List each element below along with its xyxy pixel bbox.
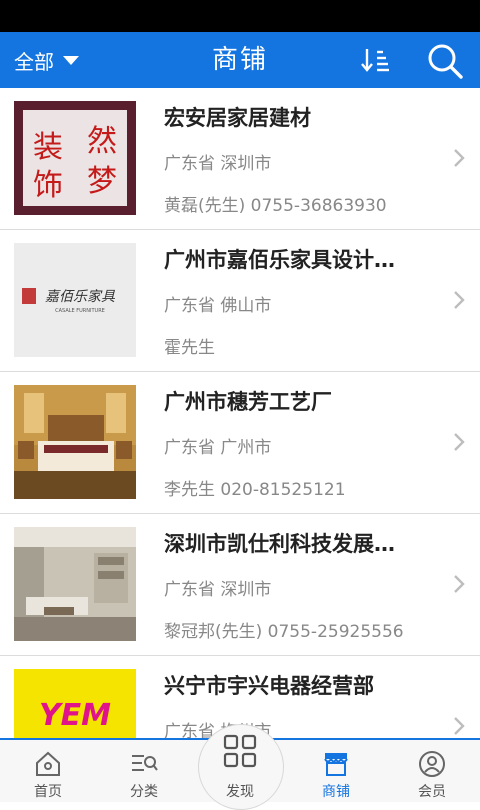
logo-text: 嘉佰乐家具 <box>45 289 116 305</box>
logo-char: 装 <box>33 130 63 165</box>
sort-icon <box>361 49 389 72</box>
discover-grid-icon <box>223 734 257 768</box>
shop-location: 广东省 深圳市 <box>164 154 272 174</box>
nav-shop[interactable]: 商铺 <box>288 740 384 802</box>
logo-char: 然 <box>87 124 117 159</box>
shop-contact: 黎冠邦(先生) 0755-25925556 <box>164 622 404 642</box>
shop-name: 广州市穗芳工艺厂 <box>164 390 332 414</box>
nav-label: 会员 <box>418 784 446 800</box>
sort-button[interactable] <box>358 44 392 76</box>
shop-name: 兴宁市宇兴电器经营部 <box>164 674 374 698</box>
nav-label: 发现 <box>226 784 254 800</box>
nav-discover[interactable]: 发现 <box>192 734 288 802</box>
nav-label: 分类 <box>130 784 158 800</box>
chevron-right-icon <box>454 433 465 451</box>
nav-member[interactable]: 会员 <box>384 740 480 802</box>
home-icon <box>36 751 60 776</box>
app-header: 全部 商铺 <box>0 32 480 88</box>
shop-contact: 李先生 020-81525121 <box>164 480 346 500</box>
logo-char: 饰 <box>33 168 63 203</box>
nav-category[interactable]: 分类 <box>96 740 192 802</box>
member-icon <box>419 751 445 777</box>
search-icon <box>428 44 463 79</box>
logo-text: YEM <box>39 698 111 733</box>
chevron-right-icon <box>454 149 465 167</box>
shop-photo-living-room <box>14 527 136 641</box>
search-button[interactable] <box>424 40 466 82</box>
shop-location: 广东省 佛山市 <box>164 296 272 316</box>
shop-photo-bedroom <box>14 385 136 499</box>
chevron-right-icon <box>454 575 465 593</box>
shop-name: 广州市嘉佰乐家具设计… <box>164 248 395 272</box>
chevron-right-icon <box>454 717 465 735</box>
shop-item[interactable]: 装 然 饰 梦 宏安居家居建材 广东省 深圳市 黄磊(先生) 0755-3686… <box>0 88 480 230</box>
status-bar <box>0 0 480 32</box>
shop-logo-image: 装 然 饰 梦 <box>14 101 136 215</box>
shop-location: 广东省 深圳市 <box>164 580 272 600</box>
shop-icon <box>324 753 348 776</box>
bottom-nav: 首页 分类 发现 商铺 会员 <box>0 724 480 810</box>
shop-list: 装 然 饰 梦 宏安居家居建材 广东省 深圳市 黄磊(先生) 0755-3686… <box>0 88 480 738</box>
nav-label: 商铺 <box>322 784 350 800</box>
shop-item[interactable]: 深圳市凯仕利科技发展… 广东省 深圳市 黎冠邦(先生) 0755-2592555… <box>0 514 480 656</box>
shop-item[interactable]: 广州市穗芳工艺厂 广东省 广州市 李先生 020-81525121 <box>0 372 480 514</box>
category-icon <box>132 755 158 771</box>
logo-char: 梦 <box>87 164 117 199</box>
nav-label: 首页 <box>34 784 62 800</box>
shop-logo-image: 嘉佰乐家具 CASALE FURNITURE <box>14 243 136 357</box>
page-title: 商铺 <box>211 45 268 75</box>
shop-contact: 霍先生 <box>164 338 215 358</box>
shop-name: 宏安居家居建材 <box>164 106 311 130</box>
shop-name: 深圳市凯仕利科技发展… <box>164 532 395 556</box>
shop-location: 广东省 广州市 <box>164 438 272 458</box>
shop-item[interactable]: 嘉佰乐家具 CASALE FURNITURE 广州市嘉佰乐家具设计… 广东省 佛… <box>0 230 480 372</box>
chevron-right-icon <box>454 291 465 309</box>
shop-contact: 黄磊(先生) 0755-36863930 <box>164 196 387 216</box>
nav-home[interactable]: 首页 <box>0 740 96 802</box>
logo-text: CASALE FURNITURE <box>55 308 105 314</box>
shop-logo-image: YEM <box>14 669 136 738</box>
